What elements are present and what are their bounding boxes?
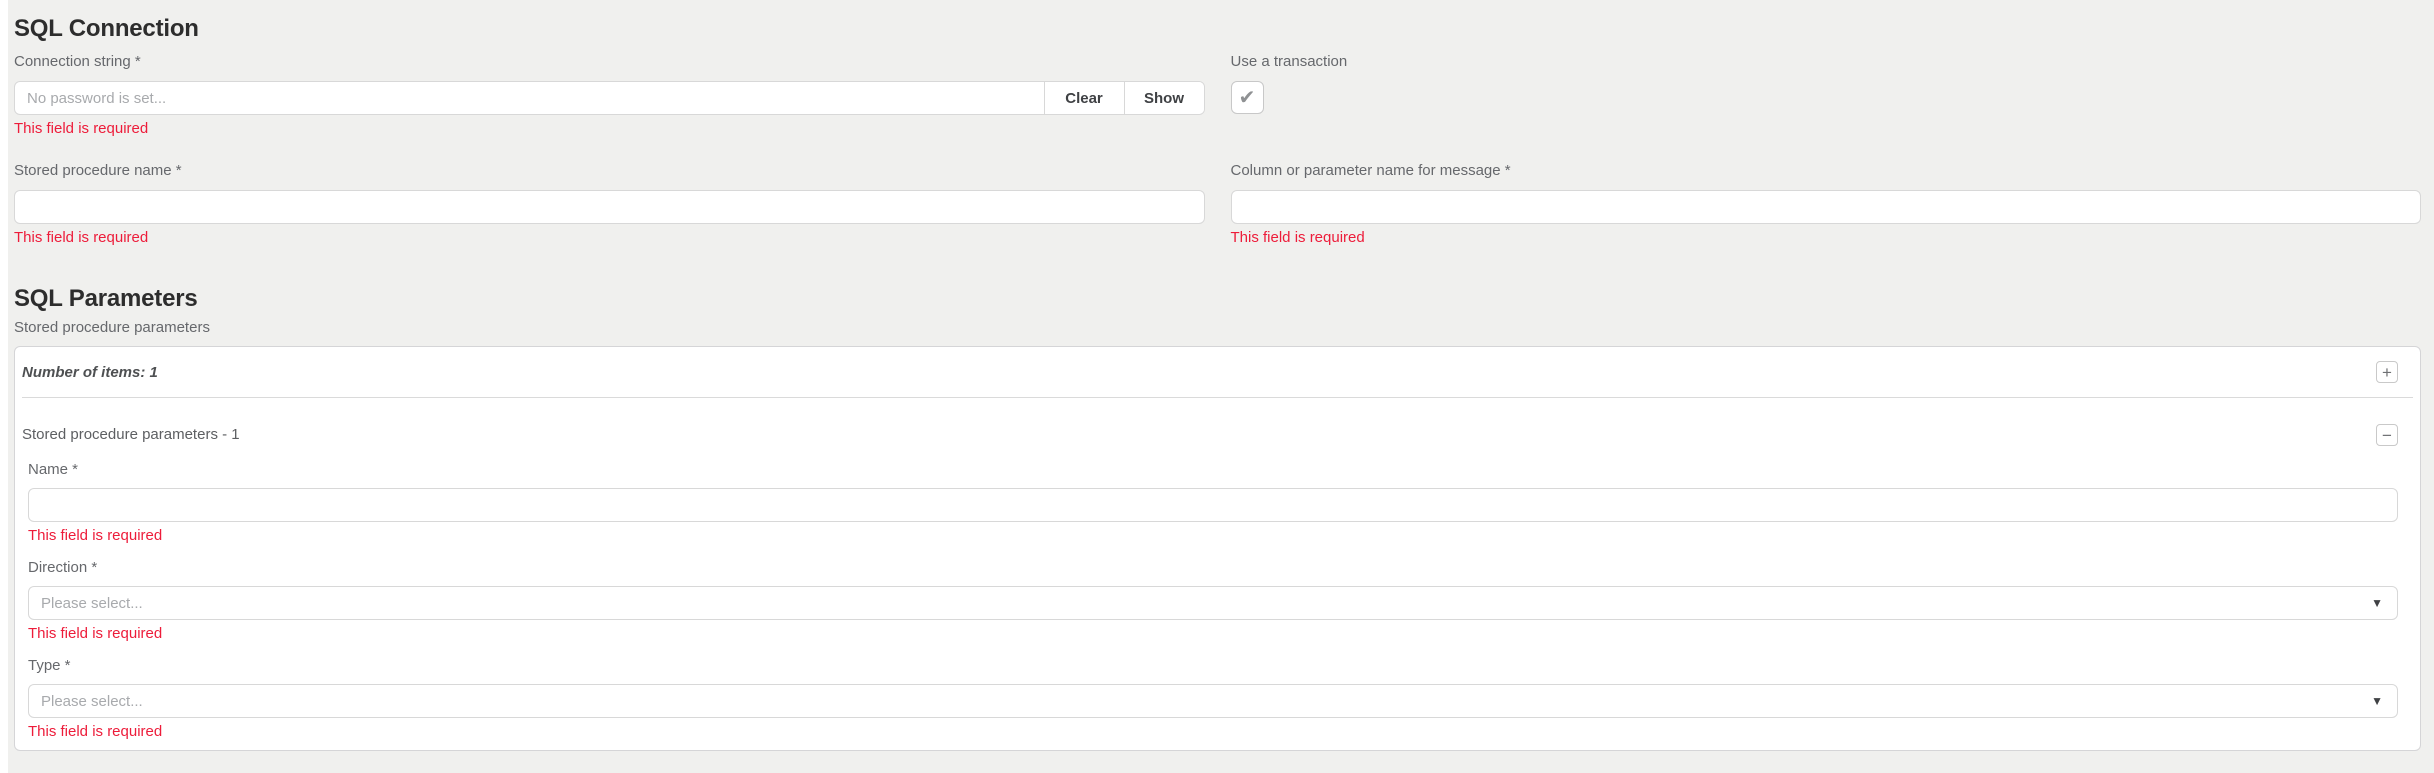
stored-procedure-parameters-label: Stored procedure parameters	[14, 318, 2421, 338]
parameter-item-title: Stored procedure parameters - 1	[22, 424, 240, 446]
connection-fields-grid: Connection string * Clear Show This fiel…	[14, 52, 2421, 248]
number-of-items-text: Number of items: 1	[22, 364, 158, 381]
parameter-direction-error: This field is required	[28, 624, 2398, 644]
add-item-button[interactable]: +	[2376, 361, 2398, 383]
connection-string-error: This field is required	[14, 119, 1205, 139]
field-parameter-name: Name * This field is required	[28, 460, 2398, 546]
parameters-panel: Number of items: 1 + Stored procedure pa…	[14, 346, 2421, 751]
parameter-direction-select[interactable]: Please select... ▼	[28, 586, 2398, 620]
parameter-type-error: This field is required	[28, 722, 2398, 742]
parameter-name-input[interactable]	[28, 488, 2398, 522]
direction-select-value: Please select...	[41, 595, 143, 612]
chevron-down-icon: ▼	[2371, 596, 2383, 610]
field-parameter-direction: Direction * Please select... ▼ This fiel…	[28, 558, 2398, 644]
connection-string-label: Connection string *	[14, 52, 1205, 72]
message-column-input[interactable]	[1231, 190, 2422, 224]
section-title-sql-connection: SQL Connection	[14, 14, 2421, 44]
parameter-item-fields: Name * This field is required Direction …	[28, 460, 2398, 742]
field-parameter-type: Type * Please select... ▼ This field is …	[28, 656, 2398, 742]
stored-procedure-name-input[interactable]	[14, 190, 1205, 224]
message-column-label: Column or parameter name for message *	[1231, 161, 2422, 181]
field-connection-string: Connection string * Clear Show This fiel…	[14, 52, 1205, 139]
field-use-transaction: Use a transaction ✔	[1231, 52, 2422, 139]
stored-procedure-name-label: Stored procedure name *	[14, 161, 1205, 181]
connection-string-group: Clear Show	[14, 81, 1205, 115]
parameter-name-label: Name *	[28, 460, 2398, 480]
chevron-down-icon: ▼	[2371, 694, 2383, 708]
use-transaction-checkbox[interactable]: ✔	[1231, 81, 1264, 114]
stored-procedure-name-error: This field is required	[14, 228, 1205, 248]
parameter-type-select[interactable]: Please select... ▼	[28, 684, 2398, 718]
parameter-item-header: Stored procedure parameters - 1 −	[22, 424, 2398, 446]
connection-string-input[interactable]	[15, 82, 1044, 114]
parameters-panel-header: Number of items: 1 +	[15, 347, 2420, 397]
parameter-type-label: Type *	[28, 656, 2398, 676]
remove-item-button[interactable]: −	[2376, 424, 2398, 446]
plus-icon: +	[2382, 363, 2392, 382]
field-stored-procedure-name: Stored procedure name * This field is re…	[14, 161, 1205, 248]
minus-icon: −	[2382, 426, 2392, 445]
checkmark-icon: ✔	[1239, 88, 1256, 108]
clear-button[interactable]: Clear	[1044, 82, 1124, 114]
parameter-name-error: This field is required	[28, 526, 2398, 546]
section-title-sql-parameters: SQL Parameters	[14, 284, 2421, 314]
page-left-gutter	[0, 0, 8, 773]
use-transaction-label: Use a transaction	[1231, 52, 2422, 72]
message-column-error: This field is required	[1231, 228, 2422, 248]
parameter-item-1: Stored procedure parameters - 1 − Name *…	[15, 398, 2420, 750]
parameter-direction-label: Direction *	[28, 558, 2398, 578]
show-button[interactable]: Show	[1124, 82, 1204, 114]
form-content: SQL Connection Connection string * Clear…	[14, 0, 2421, 751]
field-message-column: Column or parameter name for message * T…	[1231, 161, 2422, 248]
type-select-value: Please select...	[41, 693, 143, 710]
